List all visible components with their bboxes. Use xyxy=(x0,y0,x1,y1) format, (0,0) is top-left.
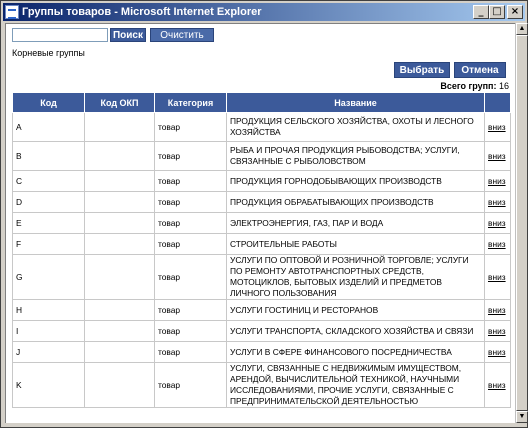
row-down-link[interactable]: вниз xyxy=(484,299,511,321)
table-row[interactable]: Eтовар ЭЛЕКТРОЭНЕРГИЯ, ГАЗ, ПАР И ВОДА вни… xyxy=(12,212,511,234)
row-code: I xyxy=(12,320,85,342)
row-down-link[interactable]: вниз xyxy=(484,320,511,342)
scroll-down-arrow-icon[interactable]: ▼ xyxy=(516,411,528,423)
select-button[interactable]: Выбрать xyxy=(394,62,450,78)
window-controls: _ □ × xyxy=(473,5,523,19)
table-row[interactable]: Fтовар СТРОИТЕЛЬНЫЕ РАБОТЫ вниз xyxy=(12,233,511,255)
row-name: УСЛУГИ В СФЕРЕ ФИНАНСОВОГО ПОСРЕДНИЧЕСТВ… xyxy=(226,341,485,363)
row-down-link[interactable]: вниз xyxy=(484,191,511,213)
row-category: товар xyxy=(154,233,227,255)
table-row[interactable]: Bтовар РЫБА И ПРОЧАЯ ПРОДУКЦИЯ РЫБОВОДСТВ… xyxy=(12,141,511,171)
table-row[interactable]: Hтовар УСЛУГИ ГОСТИНИЦ И РЕСТОРАНОВ вниз xyxy=(12,299,511,321)
row-code: E xyxy=(12,212,85,234)
row-name: ПРОДУКЦИЯ ОБРАБАТЫВАЮЩИХ ПРОИЗВОДСТВ xyxy=(226,191,485,213)
header-name[interactable]: Название xyxy=(226,92,485,113)
row-category: товар xyxy=(154,341,227,363)
row-okp xyxy=(84,320,155,342)
row-down-link[interactable]: вниз xyxy=(484,341,511,363)
row-code: G xyxy=(12,254,85,300)
row-okp xyxy=(84,233,155,255)
table-row[interactable]: Kтовар УСЛУГИ, СВЯЗАННЫЕ С НЕДВИЖИМЫМ ИМУ… xyxy=(12,362,511,408)
row-okp xyxy=(84,362,155,408)
maximize-button[interactable]: □ xyxy=(489,5,505,19)
row-category: товар xyxy=(154,299,227,321)
vertical-scrollbar[interactable]: ▲ ▼ xyxy=(515,23,528,423)
row-name: УСЛУГИ ГОСТИНИЦ И РЕСТОРАНОВ xyxy=(226,299,485,321)
row-category: товар xyxy=(154,320,227,342)
row-okp xyxy=(84,212,155,234)
row-name: ЭЛЕКТРОЭНЕРГИЯ, ГАЗ, ПАР И ВОДА xyxy=(226,212,485,234)
root-groups-label: Корневые группы xyxy=(12,48,85,58)
row-down-link[interactable]: вниз xyxy=(484,141,511,171)
table-header-row: Код Код ОКП Категория Название xyxy=(12,92,511,113)
header-code[interactable]: Код xyxy=(12,92,85,113)
table-row[interactable]: Dтовар ПРОДУКЦИЯ ОБРАБАТЫВАЮЩИХ ПРОИЗВОДС… xyxy=(12,191,511,213)
row-name: СТРОИТЕЛЬНЫЕ РАБОТЫ xyxy=(226,233,485,255)
row-code: A xyxy=(12,112,85,142)
window-title: Группы товаров - Microsoft Internet Expl… xyxy=(22,6,262,18)
row-name: РЫБА И ПРОЧАЯ ПРОДУКЦИЯ РЫБОВОДСТВА; УСЛ… xyxy=(226,141,485,171)
row-okp xyxy=(84,341,155,363)
close-button[interactable]: × xyxy=(507,5,523,19)
row-name: УСЛУГИ ПО ОПТОВОЙ И РОЗНИЧНОЙ ТОРГОВЛЕ; … xyxy=(226,254,485,300)
row-down-link[interactable]: вниз xyxy=(484,212,511,234)
row-code: D xyxy=(12,191,85,213)
total-count: 16 xyxy=(498,81,509,91)
title-bar: Группы товаров - Microsoft Internet Expl… xyxy=(3,3,525,21)
row-code: J xyxy=(12,341,85,363)
row-okp xyxy=(84,299,155,321)
row-code: F xyxy=(12,233,85,255)
search-input[interactable] xyxy=(12,28,108,42)
row-category: товар xyxy=(154,170,227,192)
row-name: УСЛУГИ ТРАНСПОРТА, СКЛАДСКОГО ХОЗЯЙСТВА … xyxy=(226,320,485,342)
row-okp xyxy=(84,112,155,142)
header-action xyxy=(484,92,511,113)
row-category: товар xyxy=(154,362,227,408)
row-code: K xyxy=(12,362,85,408)
search-button[interactable]: Поиск xyxy=(110,28,146,42)
row-category: товар xyxy=(154,254,227,300)
row-name: УСЛУГИ, СВЯЗАННЫЕ С НЕДВИЖИМЫМ ИМУЩЕСТВО… xyxy=(226,362,485,408)
total-label: Всего групп: xyxy=(440,81,497,91)
total-groups: Всего групп: 16 xyxy=(440,81,509,91)
row-down-link[interactable]: вниз xyxy=(484,112,511,142)
ie-window-icon xyxy=(5,5,19,19)
row-code: C xyxy=(12,170,85,192)
row-category: товар xyxy=(154,191,227,213)
header-category[interactable]: Категория xyxy=(154,92,227,113)
page-content: Поиск Очистить Корневые группы Выбрать О… xyxy=(5,23,515,423)
row-down-link[interactable]: вниз xyxy=(484,233,511,255)
row-name: ПРОДУКЦИЯ ГОРНОДОБЫВАЮЩИХ ПРОИЗВОДСТВ xyxy=(226,170,485,192)
cancel-button[interactable]: Отмена xyxy=(454,62,506,78)
row-okp xyxy=(84,141,155,171)
row-down-link[interactable]: вниз xyxy=(484,362,511,408)
clear-button[interactable]: Очистить xyxy=(150,28,214,42)
minimize-button[interactable]: _ xyxy=(473,5,489,19)
scroll-up-arrow-icon[interactable]: ▲ xyxy=(516,23,528,35)
header-okp[interactable]: Код ОКП xyxy=(84,92,155,113)
table-row[interactable]: Iтовар УСЛУГИ ТРАНСПОРТА, СКЛАДСКОГО ХОЗЯ… xyxy=(12,320,511,342)
row-category: товар xyxy=(154,141,227,171)
row-down-link[interactable]: вниз xyxy=(484,170,511,192)
row-okp xyxy=(84,191,155,213)
browser-window: Группы товаров - Microsoft Internet Expl… xyxy=(0,0,528,428)
table-row[interactable]: Cтовар ПРОДУКЦИЯ ГОРНОДОБЫВАЮЩИХ ПРОИЗВОД… xyxy=(12,170,511,192)
row-okp xyxy=(84,170,155,192)
row-code: H xyxy=(12,299,85,321)
table-row[interactable]: Gтовар УСЛУГИ ПО ОПТОВОЙ И РОЗНИЧНОЙ ТОРГ… xyxy=(12,254,511,300)
scroll-thumb[interactable] xyxy=(516,35,528,411)
table-row[interactable]: Jтовар УСЛУГИ В СФЕРЕ ФИНАНСОВОГО ПОСРЕДН… xyxy=(12,341,511,363)
row-name: ПРОДУКЦИЯ СЕЛЬСКОГО ХОЗЯЙСТВА, ОХОТЫ И Л… xyxy=(226,112,485,142)
row-category: товар xyxy=(154,112,227,142)
row-category: товар xyxy=(154,212,227,234)
row-code: B xyxy=(12,141,85,171)
row-okp xyxy=(84,254,155,300)
table-row[interactable]: Aтовар ПРОДУКЦИЯ СЕЛЬСКОГО ХОЗЯЙСТВА, ОХО… xyxy=(12,112,511,142)
row-down-link[interactable]: вниз xyxy=(484,254,511,300)
groups-table: Код Код ОКП Категория Название Aтовар ПРО… xyxy=(12,92,511,408)
